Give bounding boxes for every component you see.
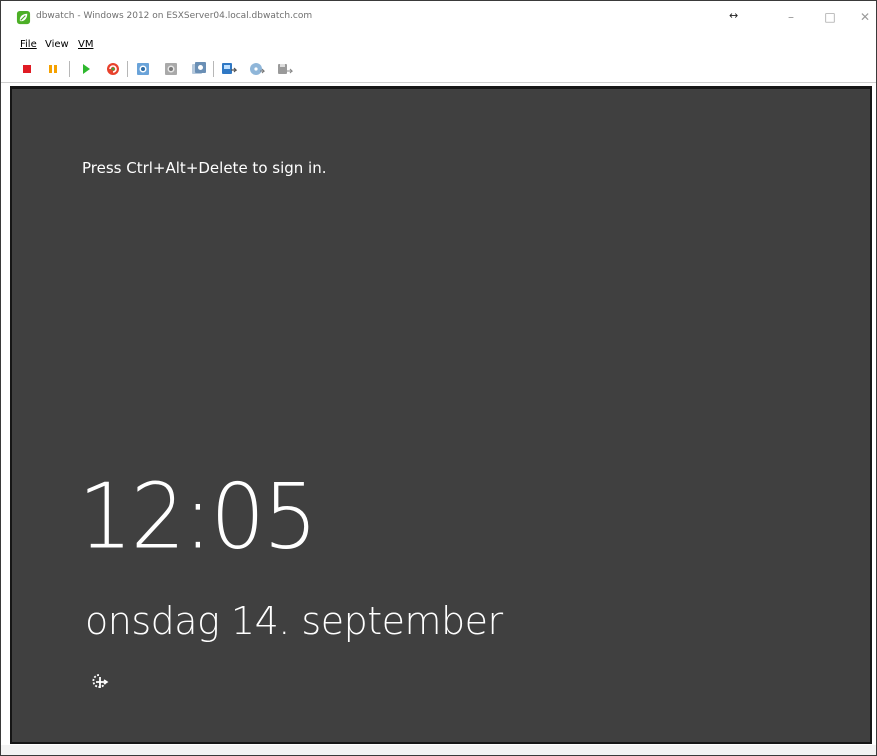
connect-devices-button[interactable]: [220, 60, 238, 78]
power-on-button[interactable]: [77, 60, 95, 78]
play-icon: [83, 64, 90, 74]
menu-view-label: View: [45, 39, 69, 50]
toolbar: [1, 56, 876, 83]
resize-horizontal-icon[interactable]: ↔: [729, 9, 738, 22]
snapshot-button[interactable]: [134, 60, 152, 78]
revert-snapshot-button[interactable]: [162, 60, 180, 78]
snapshot-manager-icon: [192, 62, 206, 74]
menu-vm[interactable]: VM: [78, 39, 93, 50]
menu-vm-label: VM: [78, 39, 94, 50]
status-bar: [1, 745, 876, 755]
suspend-button[interactable]: [44, 60, 62, 78]
menu-view[interactable]: View: [45, 39, 69, 50]
maximize-button[interactable]: □: [818, 7, 842, 27]
pause-icon: [49, 65, 57, 73]
minimize-button[interactable]: –: [779, 7, 803, 27]
reset-icon: [107, 63, 119, 75]
stop-square-icon: [23, 65, 31, 73]
toolbar-separator: [127, 61, 128, 77]
snapshot-manager-button[interactable]: [190, 60, 208, 78]
reset-button[interactable]: [104, 60, 122, 78]
power-off-button[interactable]: [18, 60, 36, 78]
menu-file[interactable]: File: [20, 39, 37, 50]
window-title: dbwatch - Windows 2012 on ESXServer04.lo…: [36, 11, 313, 21]
lock-screen-time: 12:05: [78, 464, 318, 570]
menu-bar: File View VM: [1, 37, 876, 53]
signin-prompt: Press Ctrl+Alt+Delete to sign in.: [82, 159, 327, 177]
ease-of-access-icon[interactable]: [90, 672, 110, 692]
lock-screen-date: onsdag 14. september: [85, 599, 503, 643]
toolbar-separator: [69, 61, 70, 77]
toolbar-separator: [213, 61, 214, 77]
floppy-button[interactable]: [276, 60, 294, 78]
close-button[interactable]: ✕: [853, 7, 876, 27]
snapshot-icon: [137, 63, 149, 75]
menu-file-label: File: [20, 39, 37, 50]
vm-console-screen[interactable]: Press Ctrl+Alt+Delete to sign in. 12:05 …: [10, 86, 872, 744]
disc-icon: [250, 63, 265, 75]
connect-devices-icon: [222, 63, 237, 74]
cd-dvd-button[interactable]: [248, 60, 266, 78]
vsphere-app-icon: [16, 10, 31, 25]
floppy-icon: [278, 64, 293, 74]
title-bar[interactable]: dbwatch - Windows 2012 on ESXServer04.lo…: [1, 1, 876, 35]
vm-console-window: dbwatch - Windows 2012 on ESXServer04.lo…: [0, 0, 877, 756]
revert-snapshot-icon: [165, 63, 177, 75]
